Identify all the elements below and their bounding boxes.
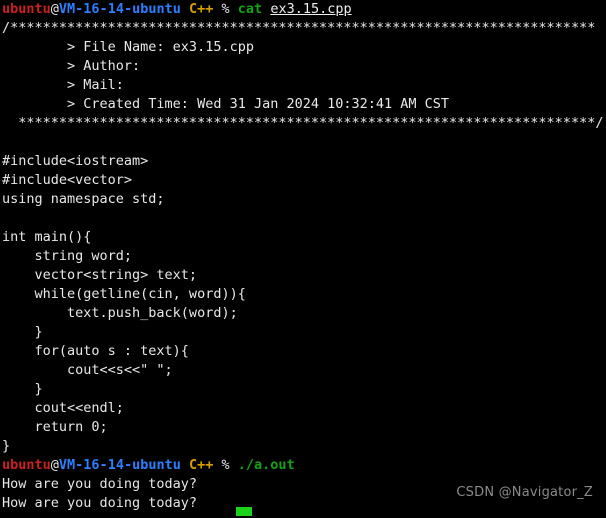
prompt-line-run: ubuntu@VM-16-14-ubuntu C++ % ./a.out	[0, 456, 606, 475]
comment-created-time: > Created Time: Wed 31 Jan 2024 10:32:41…	[2, 96, 450, 112]
comment-author: > Author:	[2, 58, 141, 74]
code-line: while(getline(cin, word)){	[2, 286, 246, 302]
code-line: int main(){	[2, 229, 92, 245]
code-line: for(auto s : text){	[2, 343, 189, 359]
comment-mail: > Mail:	[2, 77, 124, 93]
prompt-directory: C++	[188, 1, 214, 17]
code-line: text.push_back(word);	[2, 305, 238, 321]
prompt-user: ubuntu	[2, 1, 51, 17]
code-line: string word;	[2, 248, 133, 264]
spacer-after-comment	[0, 133, 606, 152]
text-cursor	[236, 507, 252, 516]
code-line: using namespace std;	[2, 191, 165, 207]
code-line: #include<vector>	[2, 172, 133, 188]
code-line: }	[2, 324, 43, 340]
prompt-at: @	[50, 1, 59, 17]
watermark-label: CSDN @Navigator_Z	[456, 485, 593, 500]
command-name-cat: cat	[237, 1, 263, 17]
code-line: cout<<s<<" ";	[2, 362, 173, 378]
code-line: cout<<endl;	[2, 400, 124, 416]
prompt-user: ubuntu	[2, 457, 51, 473]
command-name-run: ./a.out	[237, 457, 295, 473]
prompt-sigil: %	[221, 1, 230, 17]
prompt-directory: C++	[188, 457, 214, 473]
code-line: }	[2, 381, 43, 397]
code-line: }	[2, 438, 11, 454]
terminal-window[interactable]: ubuntu@VM-16-14-ubuntu C++ % cat ex3.15.…	[0, 0, 606, 518]
command-argument-file: ex3.15.cpp	[270, 1, 352, 17]
prompt-at: @	[50, 457, 59, 473]
code-line: return 0;	[2, 419, 108, 435]
prompt-host: VM-16-14-ubuntu	[58, 457, 181, 473]
comment-file-name: > File Name: ex3.15.cpp	[2, 39, 254, 55]
code-line: #include<iostream>	[2, 153, 149, 169]
comment-top-border: /***************************************…	[2, 20, 596, 36]
comment-bottom-border: ****************************************…	[2, 115, 604, 131]
prompt-sigil: %	[221, 457, 230, 473]
prompt-line-cat: ubuntu@VM-16-14-ubuntu C++ % cat ex3.15.…	[0, 0, 606, 19]
code-line: vector<string> text;	[2, 267, 198, 283]
prompt-host: VM-16-14-ubuntu	[58, 1, 181, 17]
